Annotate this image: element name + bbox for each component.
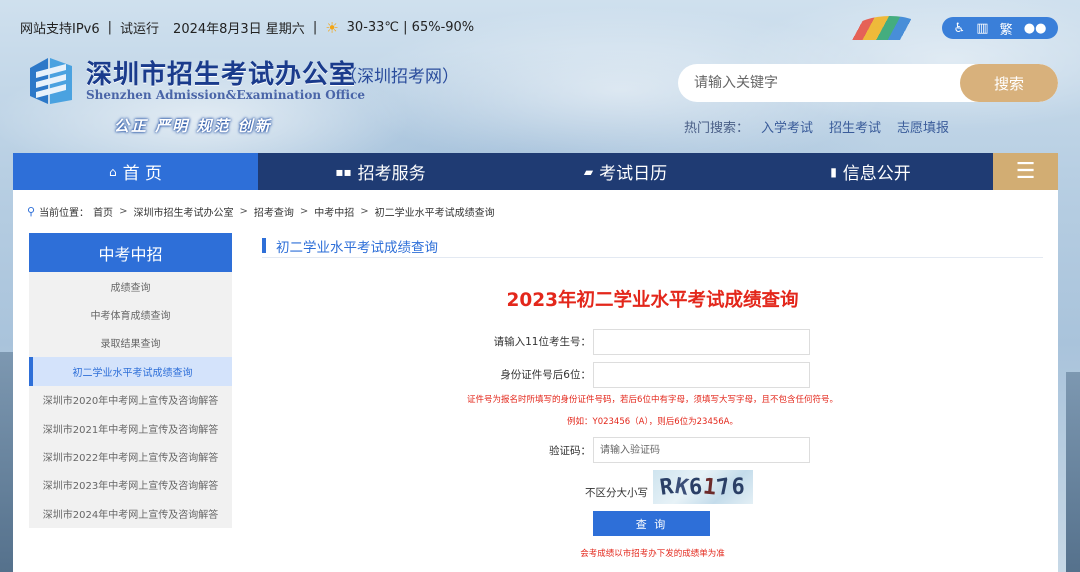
captcha-image[interactable]: R K 6 1 7 6: [653, 470, 753, 504]
sidebar-item-2023-qa[interactable]: 深圳市2023年中考网上宣传及咨询解答: [29, 471, 232, 499]
sidebar-item-grade8-score[interactable]: 初二学业水平考试成绩查询: [29, 357, 232, 386]
wheelchair-icon[interactable]: ♿: [954, 21, 966, 36]
exam-no-label: 请输入11位考生号：: [493, 336, 591, 348]
sidebar-item-2024-qa[interactable]: 深圳市2024年中考网上宣传及咨询解答: [29, 499, 232, 527]
hot-searches: 热门搜索： 入学考试 招生考试 志愿填报: [684, 117, 949, 136]
captcha-input[interactable]: [593, 437, 810, 463]
case-insensitive-hint: 不区分大小写: [585, 487, 648, 499]
ipv6-text: 网站支持IPv6: [20, 22, 100, 37]
weather-text: 30-33℃ | 65%-90%: [346, 20, 475, 35]
hot-link-application[interactable]: 志愿填报: [897, 117, 949, 136]
exam-no-input[interactable]: [593, 329, 810, 355]
breadcrumb-home[interactable]: 首页: [93, 204, 113, 219]
breadcrumb-query[interactable]: 招考查询: [254, 204, 294, 219]
score-disclaimer: 会考成绩以市招考办下发的成绩单为准: [580, 549, 725, 559]
nav-home[interactable]: ⌂ 首 页: [13, 153, 258, 190]
traditional-chinese-button[interactable]: 繁: [1000, 19, 1013, 38]
search-box: 搜索: [678, 64, 1058, 102]
main-content: ⚲ 当前位置： 首页 > 深圳市招生考试办公室 > 招考查询 > 中考中招 > …: [13, 190, 1058, 572]
document-icon: ▮: [830, 164, 837, 179]
background-city-left: [0, 352, 14, 572]
nav-home-label: 首 页: [122, 164, 163, 184]
panel-title: 初二学业水平考试成绩查询: [262, 236, 438, 256]
id-suffix-label: 身份证件号后6位：: [500, 369, 591, 381]
sidebar-item-2022-qa[interactable]: 深圳市2022年中考网上宣传及咨询解答: [29, 442, 232, 470]
query-title: 2023年初二学业水平考试成绩查询: [506, 290, 799, 311]
home-icon: ⌂: [108, 164, 117, 179]
sidebar-item-2021-qa[interactable]: 深圳市2021年中考网上宣传及咨询解答: [29, 414, 232, 442]
search-input[interactable]: [678, 64, 962, 102]
hamburger-menu-icon[interactable]: ☰: [993, 153, 1058, 190]
location-pin-icon: ⚲: [27, 205, 36, 218]
search-button[interactable]: 搜索: [960, 64, 1058, 102]
query-submit-button[interactable]: 查 询: [593, 511, 710, 536]
breadcrumb-label: 当前位置：: [39, 208, 90, 219]
date-text: 2024年8月3日 星期六: [173, 22, 305, 37]
emblem-icon: [30, 58, 72, 104]
wechat-icon[interactable]: ●●: [1024, 21, 1047, 36]
panel-divider: [262, 257, 1043, 258]
hot-link-entrance-exam[interactable]: 入学考试: [761, 117, 813, 136]
breadcrumb-zhongkao[interactable]: 中考中招: [314, 204, 354, 219]
accessibility-toolbar: ♿ ▥ 繁 ●●: [942, 17, 1058, 39]
breadcrumb: ⚲ 当前位置： 首页 > 深圳市招生考试办公室 > 招考查询 > 中考中招 > …: [27, 204, 495, 219]
hot-searches-label: 热门搜索：: [684, 121, 750, 136]
sidebar-title: 中考中招: [29, 233, 232, 272]
sidebar-item-2020-qa[interactable]: 深圳市2020年中考网上宣传及咨询解答: [29, 386, 232, 414]
sidebar: 中考中招 成绩查询 中考体育成绩查询 录取结果查询 初二学业水平考试成绩查询 深…: [29, 233, 232, 528]
sidebar-item-score-query[interactable]: 成绩查询: [29, 272, 232, 300]
nav-service[interactable]: ▪▪ 招考服务: [258, 153, 503, 190]
nav-info[interactable]: ▮ 信息公开: [748, 153, 993, 190]
nav-calendar[interactable]: ▰ 考试日历: [503, 153, 748, 190]
breadcrumb-current: 初二学业水平考试成绩查询: [374, 208, 495, 219]
id-suffix-input[interactable]: [593, 362, 810, 388]
grid-icon: ▪▪: [335, 164, 352, 179]
trial-text: 试运行: [120, 22, 160, 37]
site-subtitle: （深圳招考网）: [340, 67, 459, 87]
id-example-note: 例如：Y023456（A），则后6位为23456A。: [567, 417, 738, 427]
sidebar-item-admission-result[interactable]: 录取结果查询: [29, 329, 232, 357]
top-info: 网站支持IPv6 | 试运行 2024年8月3日 星期六 | ☀ 30-33℃ …: [20, 18, 475, 38]
nav-info-label: 信息公开: [842, 164, 911, 184]
breadcrumb-office[interactable]: 深圳市招生考试办公室: [133, 204, 233, 219]
rainbow-brand-logo: [849, 16, 923, 40]
weather-sun-cloud-icon: ☀: [325, 18, 339, 37]
site-title: 深圳市招生考试办公室: [86, 60, 357, 90]
captcha-char: 6: [731, 474, 746, 500]
site-motto: 公正 严明 规范 创新: [114, 117, 272, 135]
elderly-mode-icon[interactable]: ▥: [976, 21, 988, 36]
hot-link-admission-exam[interactable]: 招生考试: [829, 117, 881, 136]
top-bar: 网站支持IPv6 | 试运行 2024年8月3日 星期六 | ☀ 30-33℃ …: [0, 0, 1080, 52]
nav-service-label: 招考服务: [357, 164, 426, 184]
calendar-icon: ▰: [583, 164, 594, 179]
captcha-label: 验证码：: [549, 445, 591, 457]
site-english-name: Shenzhen Admission&Examination Office: [86, 88, 366, 102]
main-nav: ⌂ 首 页 ▪▪ 招考服务 ▰ 考试日历 ▮ 信息公开 ☰: [13, 153, 1058, 190]
nav-calendar-label: 考试日历: [599, 164, 668, 184]
background-city-right: [1066, 372, 1080, 572]
sidebar-item-pe-score[interactable]: 中考体育成绩查询: [29, 300, 232, 328]
id-note: 证件号为报名时所填写的身份证件号码，若后6位中有字母，须填写大写字母，且不包含任…: [467, 395, 838, 405]
